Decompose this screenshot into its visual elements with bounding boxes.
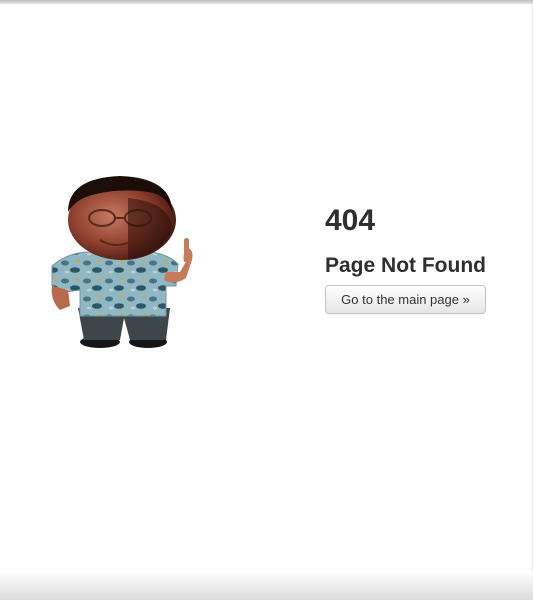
go-to-main-page-button[interactable]: Go to the main page » [325,285,486,314]
window-top-border [0,0,533,4]
error-code: 404 [325,204,376,237]
error-title: Page Not Found [325,254,486,277]
man-pointing-up-illustration [38,168,208,353]
window-bottom-bar [0,572,533,600]
